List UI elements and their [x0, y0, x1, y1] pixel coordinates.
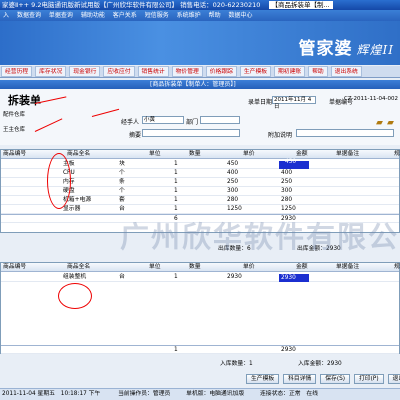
menu-item-datacenter[interactable]: 数据中心 [229, 12, 253, 19]
status-mode: 单机版：电脑通讯加版 [186, 391, 245, 397]
print-button[interactable]: 打印(P) [353, 374, 384, 384]
nav-production-template[interactable]: 生产模板 [239, 66, 272, 77]
window-tab[interactable]: 【商品拆装单【制... [268, 1, 333, 9]
document-window-header: [商品拆装单【制单人：管理员】] [0, 80, 400, 89]
nav-stock-status[interactable]: 库存状况 [35, 66, 67, 77]
handler-field[interactable]: 小黄 [142, 116, 184, 124]
department-field[interactable] [200, 116, 240, 124]
table-row[interactable]: 组装整机台 1 2930 2930 [1, 273, 399, 282]
menu-item-system[interactable]: 系统维护 [177, 12, 201, 19]
status-online: 在线 [306, 391, 319, 397]
nav-row: 经营历程 库存状况 现金银行 应收应付 销售统计 物价管理 价格跟踪 生产模板 … [0, 66, 400, 78]
folder-icon[interactable]: ▰ [376, 118, 383, 128]
col-remark: 单据备注 [336, 151, 360, 157]
menu-item-help[interactable]: 帮助 [209, 12, 221, 19]
handler-label: 经手人 [121, 119, 140, 126]
annotation-oval [47, 153, 71, 209]
watermark: 广州欣华软件有限公司 [120, 220, 400, 254]
status-bar: 2011-11-04 星期五 10:18:17 下午 当前操作员：管理员 单机版… [0, 388, 400, 400]
col-amount: 金额 [296, 151, 308, 157]
menu-item-aux[interactable]: 辅助功能 [81, 12, 105, 19]
status-connection: 连接状态：正常 [259, 391, 301, 397]
title-bar: 家婆Ⅱ++ 9.2电脑通讯版新试用版【广州欣华软件有限公司】 销售电话：020-… [0, 0, 400, 10]
department-label: 部门 [186, 119, 199, 126]
exit-button[interactable]: 退出 [387, 374, 400, 384]
nav-price-tracking[interactable]: 价格跟踪 [205, 66, 237, 77]
warehouse-icon[interactable]: ▰ [387, 118, 394, 128]
col-price: 单价 [243, 151, 255, 157]
date-field[interactable]: 2011年11月 4日 [272, 96, 316, 110]
out-warehouse-field[interactable]: 配件仓库 [2, 112, 38, 120]
status-date: 2011-11-04 星期五 [2, 391, 55, 397]
menu-item-sms[interactable]: 短信服务 [145, 12, 169, 19]
save-button[interactable]: 保存(S) [320, 374, 351, 384]
annotation-oval [58, 283, 92, 309]
summary-label: 摘要 [129, 132, 142, 139]
in-warehouse-field[interactable]: 王主仓库 [2, 127, 38, 135]
menu-bar: 入 数据查询 单据查询 辅助功能 客户关系 短信服务 系统维护 帮助 数据中心 [0, 10, 400, 21]
nav-sales-stats[interactable]: 销售统计 [137, 66, 169, 77]
menu-item-crm[interactable]: 客户关系 [113, 12, 137, 19]
nav-cash-bank[interactable]: 现金银行 [69, 66, 101, 77]
menu-item-doc-query[interactable]: 单据查询 [49, 12, 73, 19]
nav-receivable-payable[interactable]: 应收应付 [103, 66, 135, 77]
production-template-button[interactable]: 生产模板 [246, 374, 280, 384]
note-label: 附加说明 [268, 132, 293, 139]
subject-detail-button[interactable]: 科目详情 [283, 374, 317, 384]
nav-opening-setup[interactable]: 期初建账 [274, 66, 306, 77]
status-operator: 当前操作员：管理员 [118, 391, 171, 397]
col-code: 商品编号 [3, 151, 27, 157]
brand-logo: 管家婆 辉煌II [298, 39, 394, 59]
in-qty-summary: 入库数量：1 [220, 361, 253, 367]
status-time: 10:18:17 下午 [60, 391, 101, 397]
col-name: 商品全名 [67, 151, 91, 157]
date-label: 录单日期 [248, 99, 273, 106]
in-items-grid[interactable]: 商品编号 商品全名 单位 数量 单价 金额 单据备注 规 组装整机台 1 2930… [0, 262, 400, 354]
button-bar: 生产模板 科目详情 保存(S) 打印(P) 退出 [244, 374, 400, 384]
summary-field[interactable] [142, 129, 240, 137]
app-title: 家婆Ⅱ++ 9.2电脑通讯版新试用版【广州欣华软件有限公司】 [2, 1, 178, 9]
sales-phone: 销售电话：020-62230210 [180, 1, 261, 9]
col-qty: 数量 [189, 151, 201, 157]
nav-operation-history[interactable]: 经营历程 [1, 66, 33, 77]
document-window-title: [商品拆装单【制单人：管理员】] [150, 81, 236, 88]
document-title: 拆装单 [8, 94, 41, 107]
docno-field[interactable]: CZ-2011-11-04-002 [343, 96, 400, 104]
nav-price-management[interactable]: 物价管理 [171, 66, 203, 77]
nav-help[interactable]: 帮助 [308, 66, 328, 77]
menu-item[interactable]: 入 [3, 12, 9, 19]
selected-amount: 450 [285, 159, 297, 165]
in-amount-summary: 入库金额：2930 [298, 361, 342, 367]
col-unit: 单位 [149, 151, 161, 157]
col-spec: 规 [394, 151, 400, 157]
nav-exit[interactable]: 退出系统 [330, 66, 362, 77]
note-field[interactable] [296, 129, 394, 137]
table-total-row: 1 2930 [1, 345, 399, 354]
menu-item-data-query[interactable]: 数据查询 [17, 12, 41, 19]
in-grid-header: 商品编号 商品全名 单位 数量 单价 金额 单据备注 规 [1, 263, 400, 272]
